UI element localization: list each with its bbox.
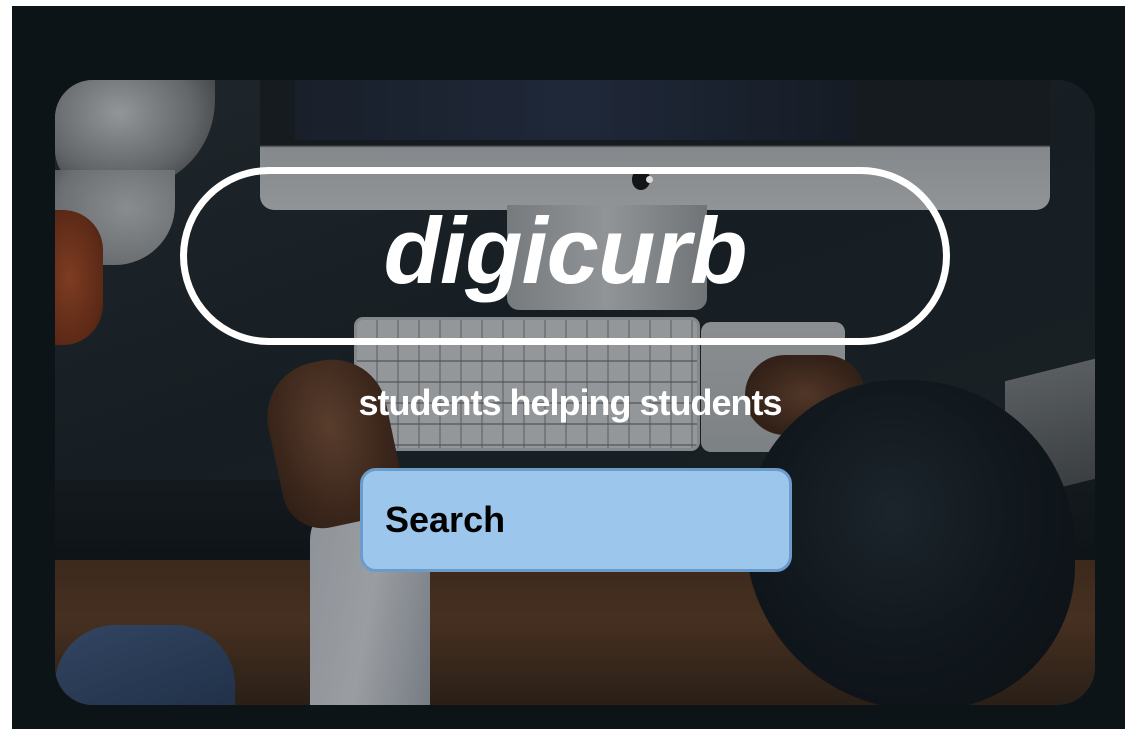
site-logo[interactable]: digicurb bbox=[180, 196, 950, 306]
search-input[interactable] bbox=[360, 468, 792, 572]
tagline: students helping students bbox=[358, 382, 782, 423]
